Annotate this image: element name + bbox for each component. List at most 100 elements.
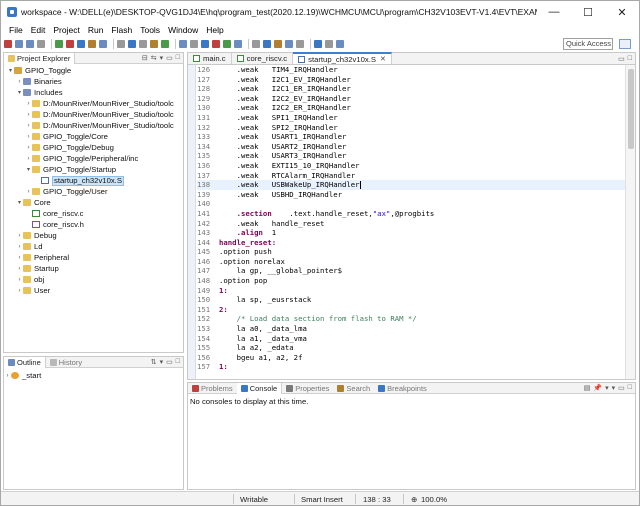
maximize-view-icon[interactable]: □ (176, 358, 180, 366)
tree-item[interactable]: startup_ch32v10x.S (4, 175, 183, 186)
maximize-view-icon[interactable]: □ (176, 54, 180, 62)
tree-item[interactable]: › D:/MounRiver/MounRiver_Studio/toolc (4, 98, 183, 109)
sort-icon[interactable]: ⇅ (151, 358, 157, 366)
tree-item[interactable]: › GPIO_Toggle/Core (4, 131, 183, 142)
minimize-view-icon[interactable]: ▭ (618, 55, 625, 63)
expand-arrow-icon[interactable]: › (25, 112, 32, 118)
expand-arrow-icon[interactable]: ▾ (7, 67, 14, 74)
expand-arrow-icon[interactable]: ▾ (16, 199, 23, 206)
tab-properties[interactable]: Properties (282, 383, 333, 394)
toolbar-button-icon[interactable] (201, 40, 209, 48)
tree-item[interactable]: › Binaries (4, 76, 183, 87)
tree-item[interactable]: › Peripheral (4, 252, 183, 263)
toolbar-button-icon[interactable] (212, 40, 220, 48)
toolbar-button-icon[interactable] (179, 40, 187, 48)
toolbar-button-icon[interactable] (252, 40, 260, 48)
toolbar-button-icon[interactable] (190, 40, 198, 48)
outline-item[interactable]: › _start (4, 370, 183, 381)
tab-problems[interactable]: Problems (188, 383, 237, 394)
menu-edit[interactable]: Edit (27, 25, 50, 35)
tab-startup-s[interactable]: startup_ch32v10x.S ✕ (293, 52, 392, 64)
tree-item[interactable]: › D:/MounRiver/MounRiver_Studio/toolc (4, 109, 183, 120)
tab-outline[interactable]: Outline (4, 356, 46, 368)
tree-item[interactable]: ▾ Core (4, 197, 183, 208)
toolbar-button-icon[interactable] (325, 40, 333, 48)
toolbar-button-icon[interactable] (263, 40, 271, 48)
expand-arrow-icon[interactable]: › (25, 156, 32, 162)
toolbar-button-icon[interactable] (234, 40, 242, 48)
toolbar-button-icon[interactable] (88, 40, 96, 48)
minimize-view-icon[interactable]: ▭ (618, 384, 625, 392)
menu-file[interactable]: File (5, 25, 27, 35)
menu-run[interactable]: Run (84, 25, 108, 35)
expand-arrow-icon[interactable]: › (25, 134, 32, 140)
toolbar-button-icon[interactable] (274, 40, 282, 48)
tree-item[interactable]: › obj (4, 274, 183, 285)
toolbar-button-icon[interactable] (128, 40, 136, 48)
tab-core-riscv-c[interactable]: core_riscv.c (232, 53, 294, 64)
expand-arrow-icon[interactable]: › (16, 244, 23, 250)
toolbar-button-icon[interactable] (99, 40, 107, 48)
status-insert-mode[interactable]: Smart Insert (301, 495, 343, 504)
perspective-icon[interactable] (619, 39, 631, 49)
expand-arrow-icon[interactable]: › (25, 145, 32, 151)
toolbar-button-icon[interactable] (37, 40, 45, 48)
menu-tools[interactable]: Tools (136, 25, 164, 35)
tree-item[interactable]: › GPIO_Toggle/User (4, 186, 183, 197)
pin-console-icon[interactable]: 📌 (593, 384, 602, 392)
menu-window[interactable]: Window (164, 25, 202, 35)
expand-arrow-icon[interactable]: › (16, 79, 23, 85)
tree-item[interactable]: ▾ GPIO_Toggle/Startup (4, 164, 183, 175)
expand-arrow-icon[interactable]: › (16, 255, 23, 261)
toolbar-button-icon[interactable] (117, 40, 125, 48)
tree-item[interactable]: › User (4, 285, 183, 296)
toolbar-button-icon[interactable] (296, 40, 304, 48)
tab-main-c[interactable]: main.c (188, 53, 232, 64)
tree-item[interactable]: › D:/MounRiver/MounRiver_Studio/toolc (4, 120, 183, 131)
maximize-button[interactable]: ☐ (571, 1, 605, 23)
toolbar-button-icon[interactable] (77, 40, 85, 48)
expand-arrow-icon[interactable]: › (25, 189, 32, 195)
toolbar-button-icon[interactable] (15, 40, 23, 48)
tree-item[interactable]: › Ld (4, 241, 183, 252)
editor-scrollbar[interactable] (625, 65, 635, 379)
toolbar-button-icon[interactable] (161, 40, 169, 48)
code-editor[interactable]: 126 .weak TIM4_IRQHandler 127 .weak I2C1_… (188, 65, 625, 379)
menu-help[interactable]: Help (202, 25, 227, 35)
toolbar-button-icon[interactable] (4, 40, 12, 48)
toolbar-button-icon[interactable] (285, 40, 293, 48)
toolbar-button-icon[interactable] (336, 40, 344, 48)
tab-breakpoints[interactable]: Breakpoints (374, 383, 431, 394)
view-menu-icon[interactable]: ▾ (160, 358, 164, 366)
toolbar-button-icon[interactable] (139, 40, 147, 48)
view-menu-icon[interactable]: ▾ (612, 384, 616, 392)
toolbar-button-icon[interactable] (66, 40, 74, 48)
tab-history[interactable]: History (46, 357, 86, 368)
quick-access-input[interactable]: Quick Access (563, 38, 613, 50)
tree-item[interactable]: › Startup (4, 263, 183, 274)
toolbar-button-icon[interactable] (223, 40, 231, 48)
maximize-view-icon[interactable]: □ (628, 384, 632, 392)
expand-arrow-icon[interactable]: › (16, 233, 23, 239)
link-editor-icon[interactable]: ⇆ (151, 54, 157, 62)
expand-arrow-icon[interactable]: › (4, 373, 11, 379)
minimize-view-icon[interactable]: ▭ (166, 358, 173, 366)
tree-item[interactable]: › GPIO_Toggle/Peripheral/inc (4, 153, 183, 164)
toolbar-button-icon[interactable] (26, 40, 34, 48)
view-menu-icon[interactable]: ▾ (160, 54, 164, 62)
close-tab-icon[interactable]: ✕ (380, 55, 386, 63)
expand-arrow-icon[interactable]: ▾ (16, 89, 23, 96)
tab-search[interactable]: Search (333, 383, 374, 394)
tree-item[interactable]: core_riscv.c (4, 208, 183, 219)
tree-item[interactable]: › Debug (4, 230, 183, 241)
minimize-view-icon[interactable]: ▭ (166, 54, 173, 62)
tree-item[interactable]: ▾ Includes (4, 87, 183, 98)
tree-item[interactable]: › GPIO_Toggle/Debug (4, 142, 183, 153)
open-console-icon[interactable]: ▾ (605, 384, 609, 392)
display-console-icon[interactable]: ▤ (584, 384, 591, 392)
expand-arrow-icon[interactable]: › (25, 101, 32, 107)
expand-arrow-icon[interactable]: › (16, 266, 23, 272)
tree-item[interactable]: core_riscv.h (4, 219, 183, 230)
expand-arrow-icon[interactable]: › (16, 288, 23, 294)
tree-item[interactable]: ▾ GPIO_Toggle (4, 65, 183, 76)
